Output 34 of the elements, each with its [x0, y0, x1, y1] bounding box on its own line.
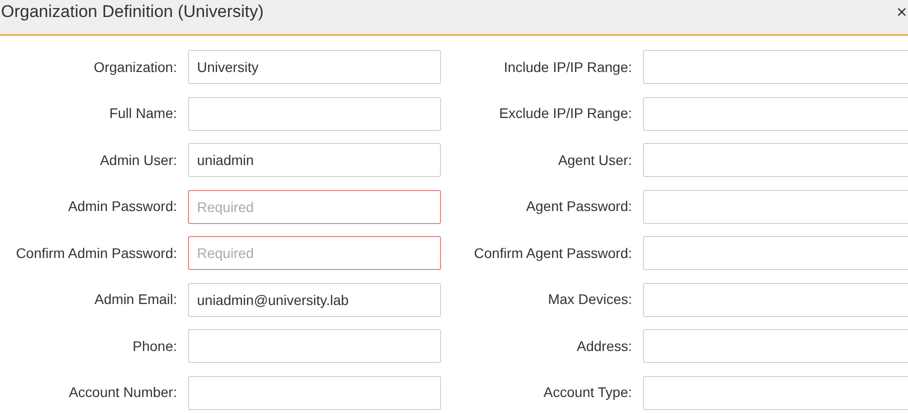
field-label: Full Name: [109, 104, 177, 123]
field-label: Confirm Admin Password: [16, 244, 177, 262]
dialog-title: Organization Definition (University) [1, 1, 264, 23]
field-label: Admin Email: [94, 290, 177, 309]
field-label: Include IP/IP Range: [504, 58, 632, 77]
input-field[interactable]: Required [188, 190, 441, 224]
input-field[interactable]: uniadmin [188, 143, 441, 177]
field-label: Address: [576, 336, 632, 356]
field-label: Max Devices: [548, 290, 632, 309]
input-field[interactable] [643, 143, 908, 177]
input-field[interactable] [643, 190, 908, 224]
field-label: Admin User: [100, 150, 177, 170]
field-label: Admin Password: [68, 197, 177, 216]
field-label: Confirm Agent Password: [474, 244, 632, 263]
input-field[interactable] [643, 50, 908, 84]
input-field[interactable] [188, 329, 441, 363]
input-field[interactable] [188, 376, 441, 410]
input-field[interactable] [643, 376, 908, 410]
input-field[interactable] [643, 96, 908, 130]
field-label: Account Number: [68, 383, 177, 402]
close-button[interactable]: × [896, 1, 907, 23]
input-field[interactable] [643, 282, 908, 316]
input-field[interactable]: uniadmin@university.lab [188, 282, 441, 316]
input-field[interactable] [643, 329, 908, 363]
field-label: Account Type: [544, 383, 632, 402]
field-label: Agent User: [558, 150, 632, 170]
field-label: Phone: [132, 336, 177, 356]
field-label: Agent Password: [526, 197, 632, 216]
input-field[interactable]: University [188, 50, 441, 84]
field-label: Organization: [94, 58, 177, 77]
field-label: Exclude IP/IP Range: [499, 104, 632, 123]
input-field[interactable] [188, 96, 441, 130]
input-field[interactable] [643, 236, 908, 270]
input-field[interactable]: Required [188, 236, 441, 270]
